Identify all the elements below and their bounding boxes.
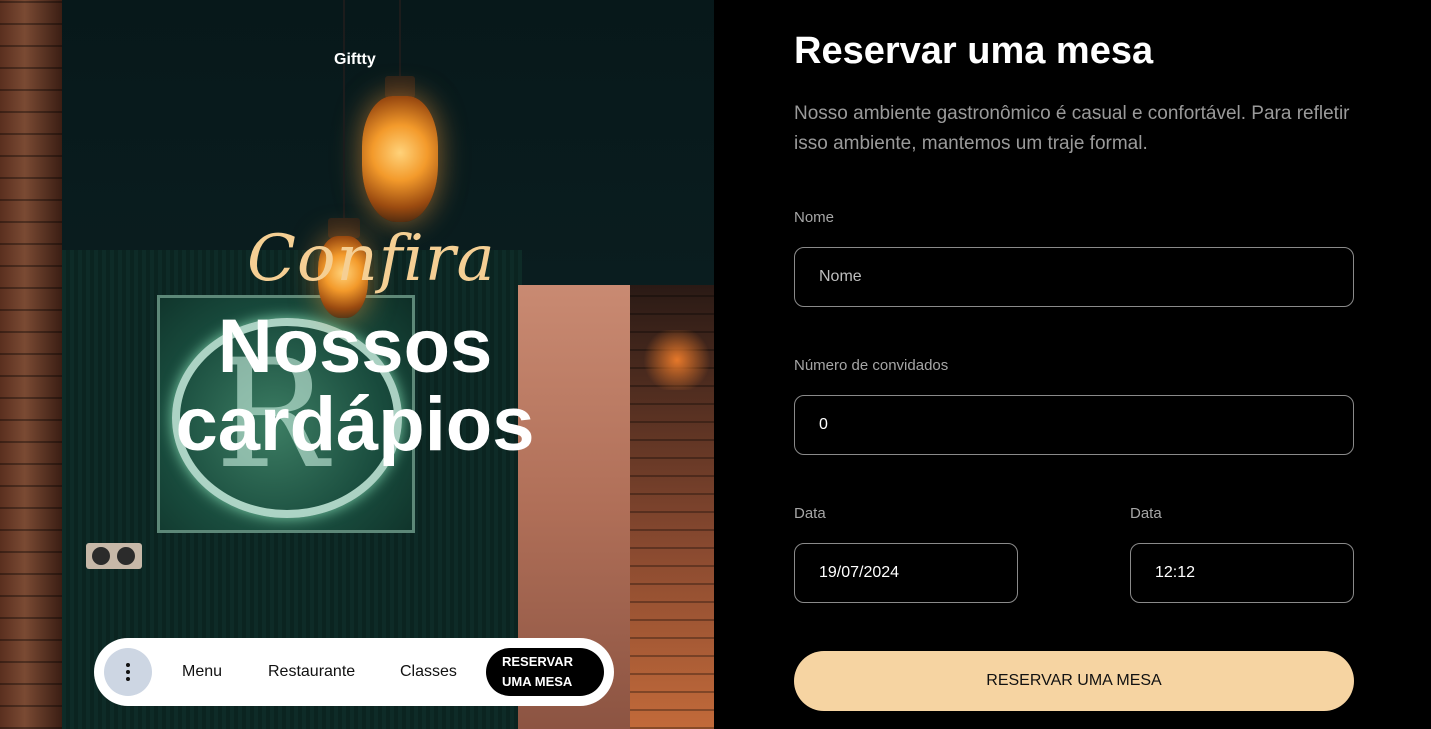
time-label: Data: [1130, 505, 1162, 522]
form-title: Reservar uma mesa: [794, 30, 1154, 72]
nav-item-classes[interactable]: Classes: [400, 638, 457, 706]
reservation-panel: Reservar uma mesa Nosso ambiente gastron…: [714, 0, 1431, 729]
hero-title-line: Nossos: [217, 304, 493, 389]
warm-light-glow: [640, 330, 714, 390]
brick-wall-left: [0, 0, 62, 729]
hero-script-title: Confira: [247, 222, 496, 296]
pendant-lamp: [362, 96, 438, 222]
kebab-vertical-icon[interactable]: [104, 648, 152, 696]
time-input[interactable]: [1130, 543, 1354, 603]
lamp-cord: [343, 0, 345, 222]
wall-outlet: [86, 543, 142, 569]
guests-input[interactable]: [794, 395, 1354, 455]
lamp-cord: [399, 0, 401, 80]
hero-section: R Giftty Confira Nossos cardápios Menu R…: [0, 0, 714, 729]
hero-title: Nossos cardápios: [150, 308, 560, 464]
name-label: Nome: [794, 209, 835, 226]
date-label: Data: [794, 505, 826, 522]
form-description: Nosso ambiente gastronômico é casual e c…: [794, 103, 1350, 154]
date-input[interactable]: [794, 543, 1018, 603]
nav-cta-line: RESERVAR: [502, 654, 574, 669]
reserve-table-nav-button[interactable]: RESERVAR UMA MESA: [486, 648, 604, 696]
hero-title-line: cardápios: [175, 382, 535, 467]
nav-item-restaurante[interactable]: Restaurante: [268, 638, 355, 706]
lamp-cap: [385, 76, 415, 98]
bottom-nav: Menu Restaurante Classes RESERVAR UMA ME…: [94, 638, 614, 706]
guests-label: Número de convidados: [794, 357, 949, 374]
nav-item-menu[interactable]: Menu: [182, 638, 222, 706]
name-input[interactable]: [794, 247, 1354, 307]
nav-cta-line: UMA MESA: [502, 674, 573, 689]
reserve-table-submit-button[interactable]: RESERVAR UMA MESA: [794, 651, 1354, 711]
